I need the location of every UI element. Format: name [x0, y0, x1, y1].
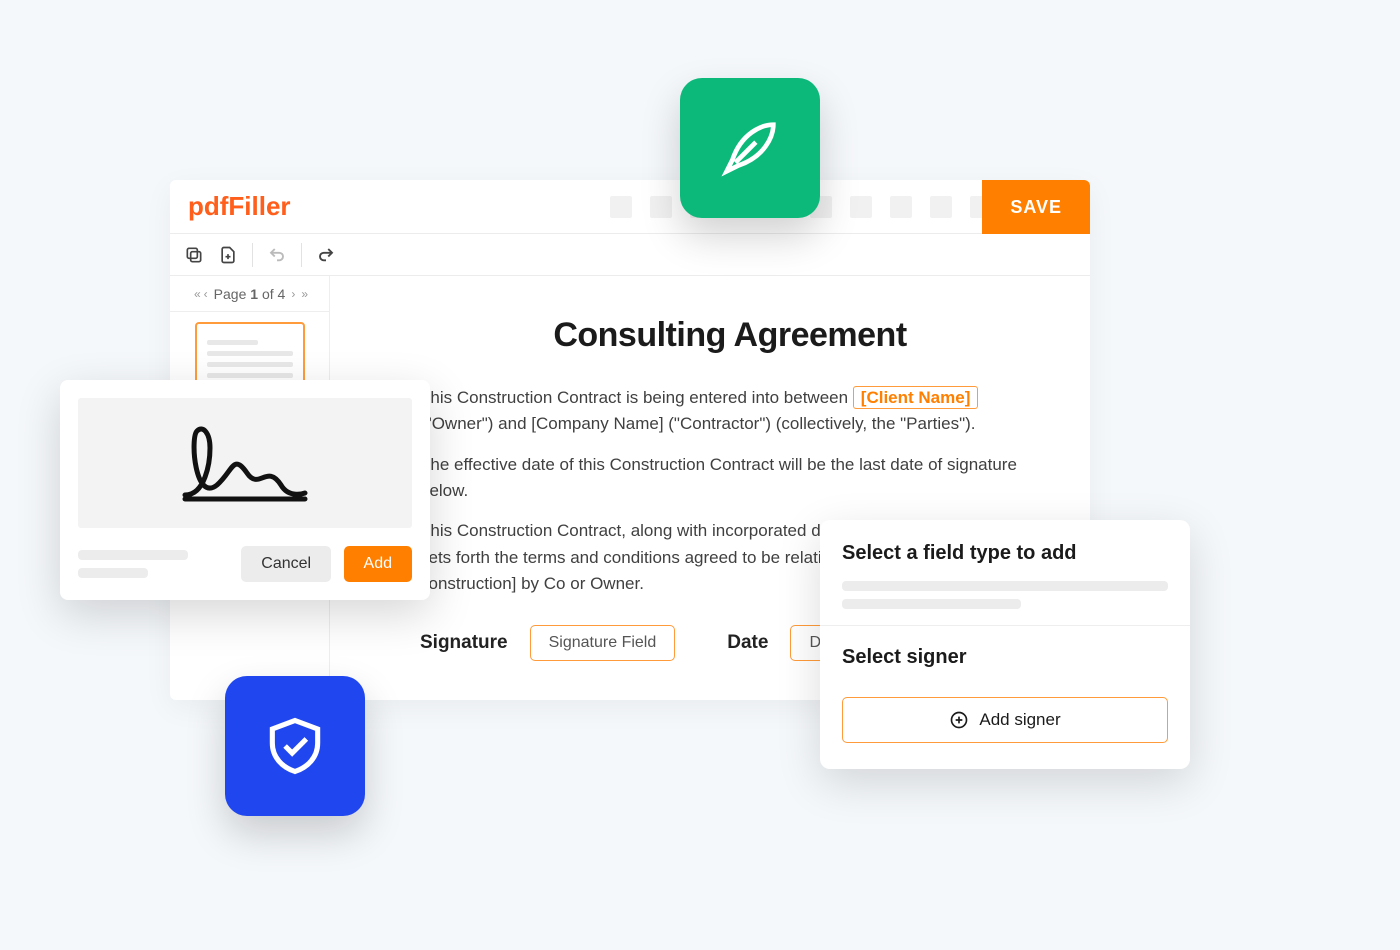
feather-icon [715, 113, 785, 183]
page-indicator: « ‹ Page 1 of 4 › » [170, 276, 329, 312]
plus-circle-icon [949, 710, 969, 730]
sub-toolbar [170, 234, 1090, 276]
shield-badge [225, 676, 365, 816]
toolbar-icon[interactable] [610, 196, 632, 218]
first-page-icon[interactable]: « [194, 287, 198, 301]
add-button[interactable]: Add [344, 546, 412, 582]
pager-text: Page 1 of 4 [214, 286, 286, 302]
next-page-icon[interactable]: › [291, 287, 295, 301]
brand-suffix: Filler [228, 191, 290, 221]
copy-icon[interactable] [184, 245, 204, 265]
skeleton-lines [78, 550, 188, 578]
date-label: Date [727, 632, 768, 654]
undo-icon[interactable] [267, 246, 287, 264]
doc-paragraph: This Construction Contract is being ente… [420, 385, 1040, 438]
divider [820, 625, 1190, 626]
field-type-panel: Select a field type to add Select signer… [820, 520, 1190, 769]
document-add-icon[interactable] [218, 245, 238, 265]
save-button[interactable]: SAVE [982, 180, 1090, 234]
cancel-button[interactable]: Cancel [241, 546, 331, 582]
doc-title: Consulting Agreement [420, 316, 1040, 355]
brand-prefix: pdf [188, 191, 228, 221]
signature-dialog-actions: Cancel Add [78, 546, 412, 582]
prev-page-icon[interactable]: ‹ [204, 287, 208, 301]
panel-subtitle: Select signer [842, 646, 1168, 669]
signature-icon [155, 413, 335, 513]
separator [301, 243, 302, 267]
doc-paragraph: The effective date of this Construction … [420, 452, 1040, 505]
toolbar-icon[interactable] [890, 196, 912, 218]
client-name-field[interactable]: [Client Name] [853, 386, 979, 409]
signature-dialog: Cancel Add [60, 380, 430, 600]
brand-logo: pdfFiller [188, 191, 291, 222]
redo-icon[interactable] [316, 246, 336, 264]
separator [252, 243, 253, 267]
signature-field[interactable]: Signature Field [530, 625, 676, 661]
toolbar-icon[interactable] [930, 196, 952, 218]
toolbar-icon[interactable] [650, 196, 672, 218]
feather-badge [680, 78, 820, 218]
add-signer-button[interactable]: Add signer [842, 697, 1168, 743]
panel-title: Select a field type to add [842, 542, 1168, 565]
last-page-icon[interactable]: » [301, 287, 305, 301]
signature-canvas[interactable] [78, 398, 412, 528]
shield-check-icon [261, 712, 329, 780]
signature-label: Signature [420, 632, 508, 654]
top-toolbar: pdfFiller SAVE [170, 180, 1090, 234]
add-signer-label: Add signer [979, 710, 1060, 730]
toolbar-icon[interactable] [850, 196, 872, 218]
